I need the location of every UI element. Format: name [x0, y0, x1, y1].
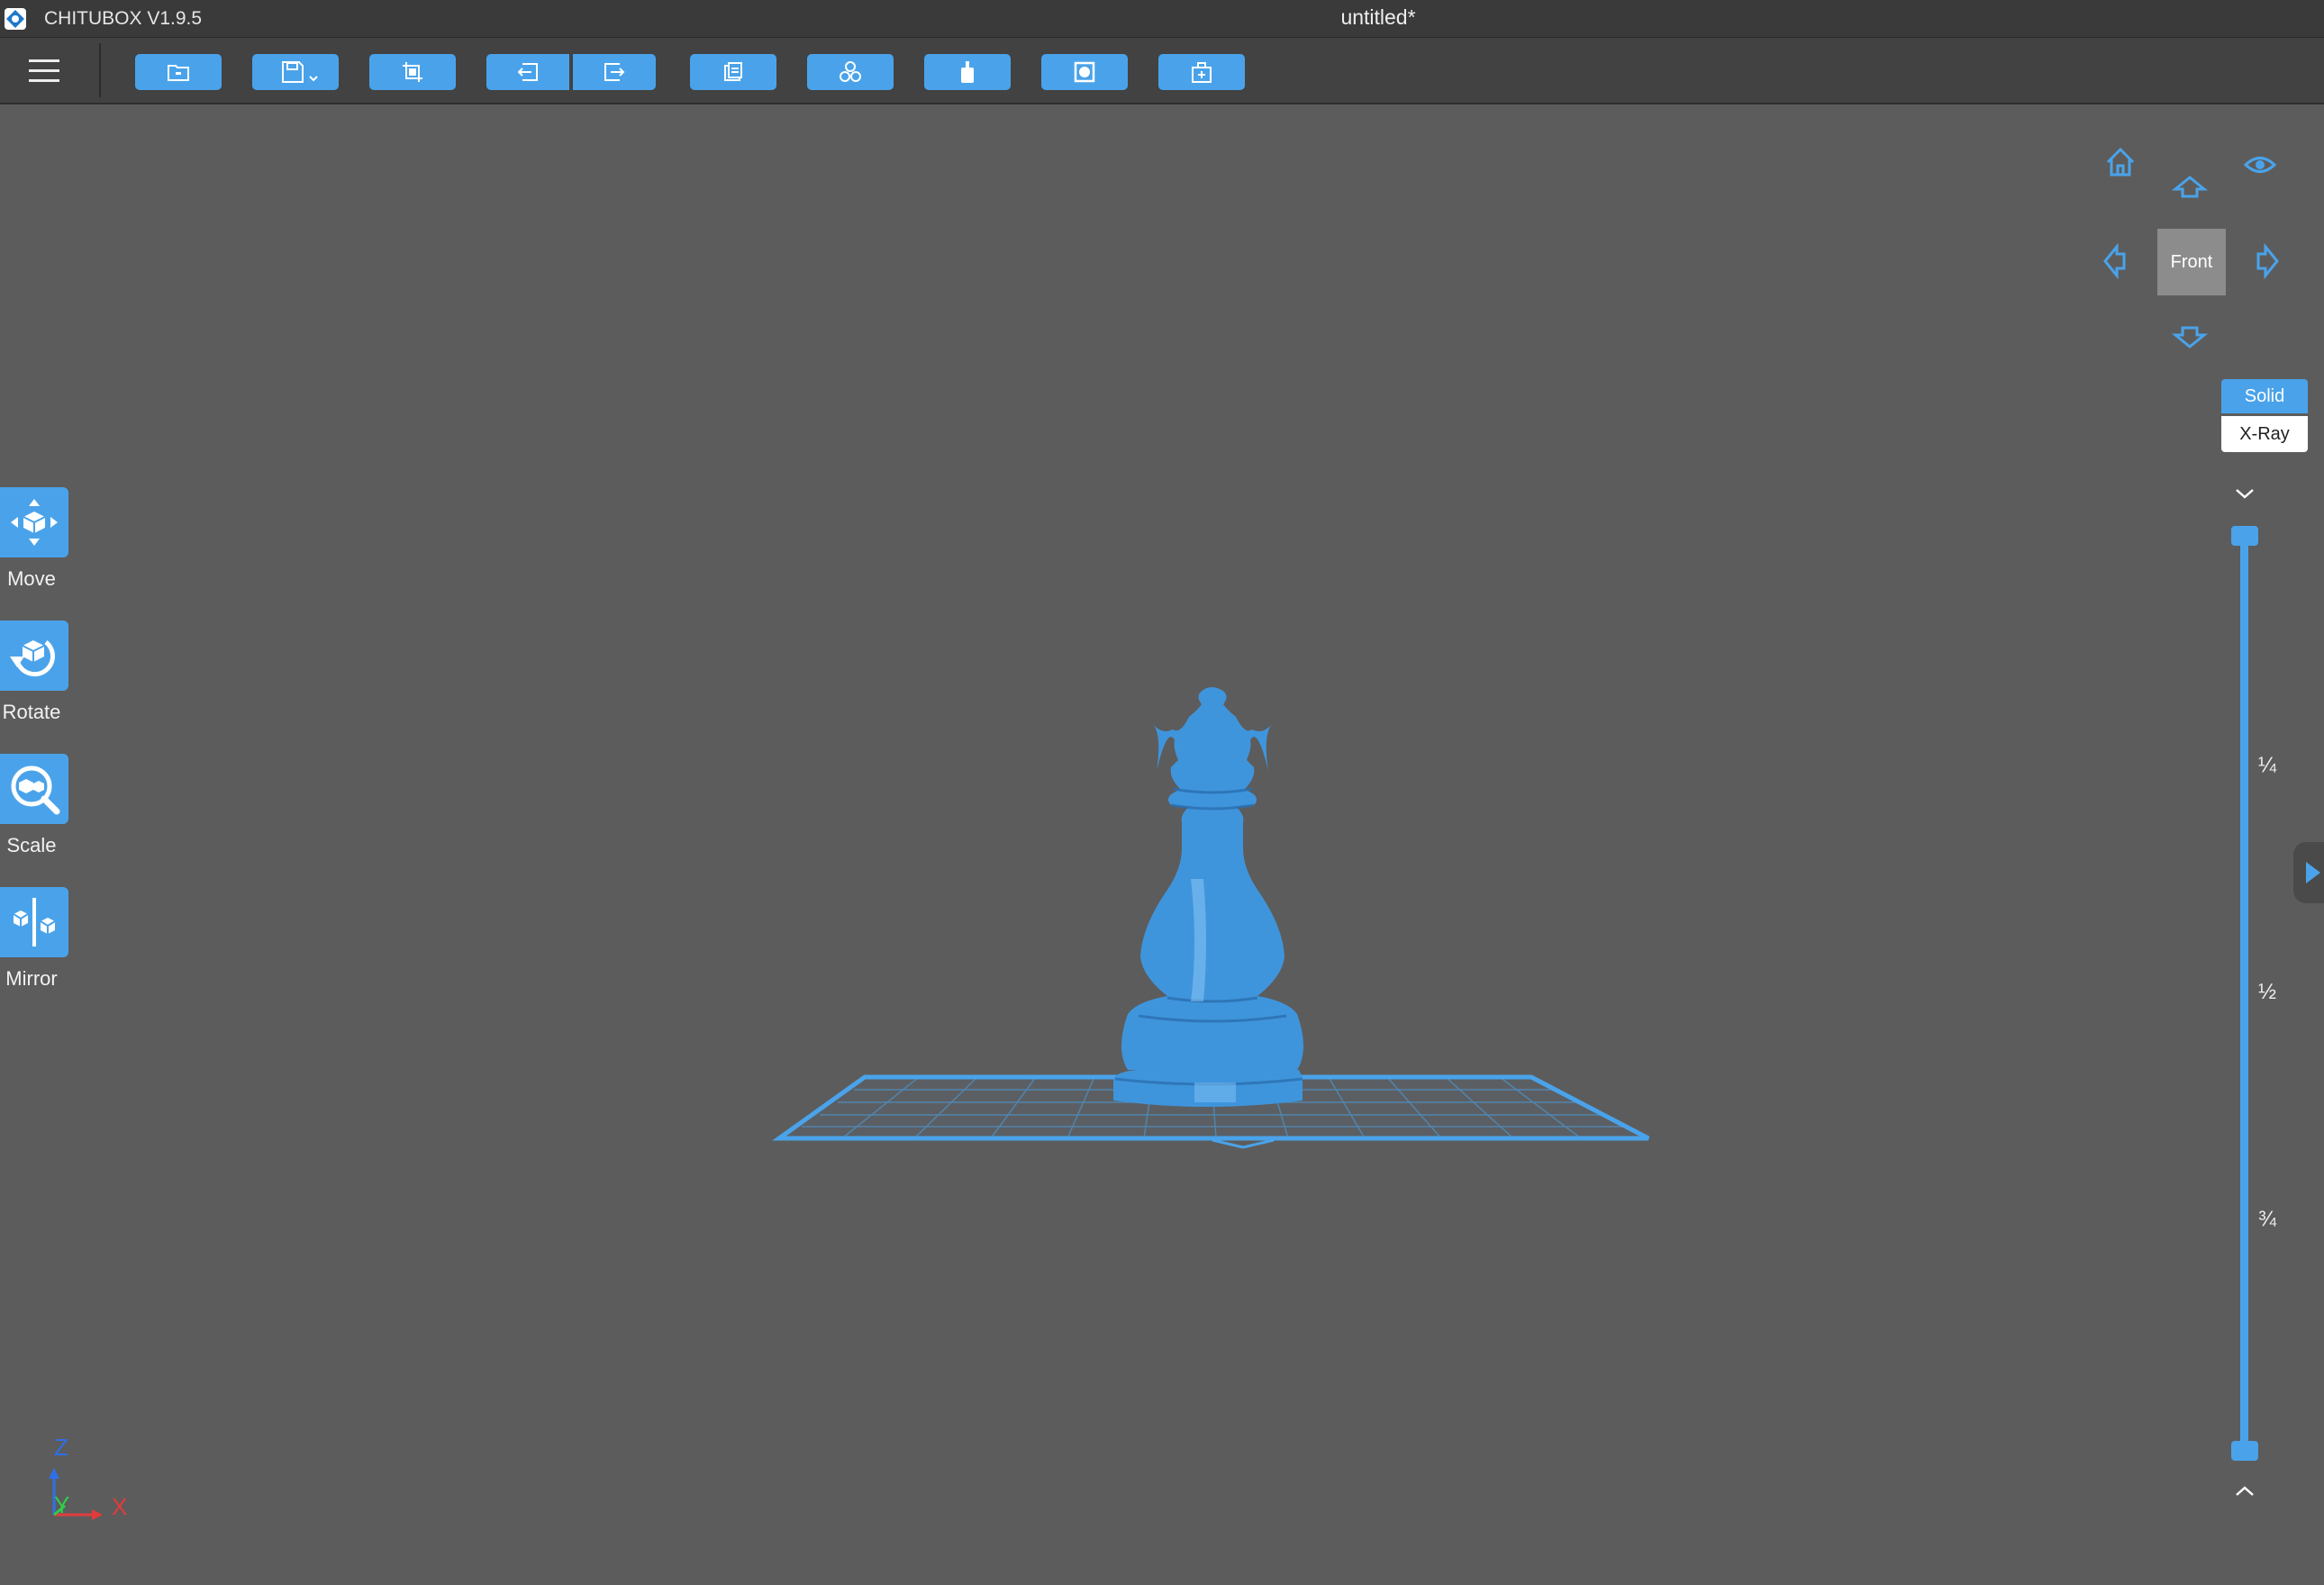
move-icon [11, 499, 58, 546]
support-icon [961, 61, 974, 83]
supports-button[interactable] [924, 54, 1011, 90]
menu-bar-line [29, 69, 59, 72]
scale-tile[interactable] [0, 754, 68, 824]
cubes-icon [840, 61, 861, 82]
build-plate-scene[interactable] [0, 104, 2324, 1585]
hollow-button[interactable] [1041, 54, 1128, 90]
tool-mirror-button[interactable]: Mirror [0, 887, 68, 995]
arrange-button[interactable] [807, 54, 894, 90]
chevron-up-icon[interactable] [2234, 1484, 2256, 1499]
slider-tick-label: ¼ [2257, 753, 2276, 777]
chess-queen-model[interactable] [1113, 687, 1303, 1107]
tool-label: Move [7, 567, 56, 590]
layer-slider-bottom-handle[interactable] [2231, 1441, 2258, 1461]
folder-icon [168, 65, 189, 81]
tool-scale-button[interactable]: Scale [0, 754, 68, 862]
eye-icon[interactable] [2243, 151, 2277, 178]
view-top-arrow-icon[interactable] [2172, 175, 2208, 200]
view-cube-front[interactable]: Front [2157, 229, 2226, 295]
add-box-icon [1192, 62, 1212, 83]
axis-z-label: Z [54, 1434, 68, 1461]
menu-bar-line [29, 79, 59, 82]
document-title: untitled* [1340, 5, 1416, 29]
main-toolbar [0, 38, 2324, 104]
scale-icon [11, 765, 60, 815]
view-left-arrow-icon[interactable] [2102, 243, 2128, 279]
view-right-arrow-icon[interactable] [2255, 243, 2280, 279]
layer-slider-track[interactable] [2240, 533, 2248, 1452]
view-bottom-arrow-icon[interactable] [2172, 324, 2208, 349]
tool-label: Scale [6, 834, 57, 856]
tool-move-button[interactable]: Move [0, 487, 68, 595]
copy-icon [724, 62, 742, 81]
tool-label: Mirror [5, 967, 58, 990]
xray-mode-button[interactable]: X-Ray [2221, 416, 2308, 452]
hamburger-menu-button[interactable] [27, 56, 63, 85]
chitubox-logo-icon [5, 8, 26, 30]
tool-label: Rotate [2, 701, 61, 723]
app-name: CHITUBOX V1.9.5 [44, 8, 203, 29]
dig-hole-button[interactable] [1158, 54, 1245, 90]
save-icon [282, 61, 318, 83]
auto-layout-button[interactable] [369, 54, 456, 90]
solid-mode-button[interactable]: Solid [2221, 379, 2308, 413]
save-button[interactable] [252, 54, 339, 90]
axis-y-label: Y [54, 1491, 70, 1518]
arrow-left-icon [517, 63, 538, 81]
open-file-button[interactable] [135, 54, 222, 90]
slider-tick-label: ½ [2257, 980, 2276, 1004]
layer-slider-top-handle[interactable] [2231, 526, 2258, 546]
toolbar-divider [99, 43, 101, 97]
rotate-tile[interactable] [0, 620, 68, 691]
copy-button[interactable] [690, 54, 776, 90]
arrow-right-icon [604, 63, 625, 81]
mirror-tile[interactable] [0, 887, 68, 957]
move-tile[interactable] [0, 487, 68, 557]
menu-bar-line [29, 59, 59, 62]
redo-button[interactable] [573, 54, 656, 90]
side-panel-toggle[interactable] [2293, 842, 2324, 903]
hollow-icon [1074, 61, 1095, 83]
axis-x-label: X [112, 1493, 128, 1520]
tool-rotate-button[interactable]: Rotate [0, 620, 68, 729]
triangle-right-icon [2306, 862, 2320, 883]
crop-frame-icon [403, 62, 422, 82]
chevron-down-icon[interactable] [2234, 486, 2256, 501]
home-view-icon[interactable] [2104, 146, 2137, 178]
undo-button[interactable] [486, 54, 569, 90]
title-bar: CHITUBOX V1.9.5 untitled* [0, 0, 2324, 38]
rotate-icon [10, 640, 56, 677]
slider-tick-label: ¾ [2257, 1207, 2276, 1231]
mirror-icon [13, 898, 56, 946]
